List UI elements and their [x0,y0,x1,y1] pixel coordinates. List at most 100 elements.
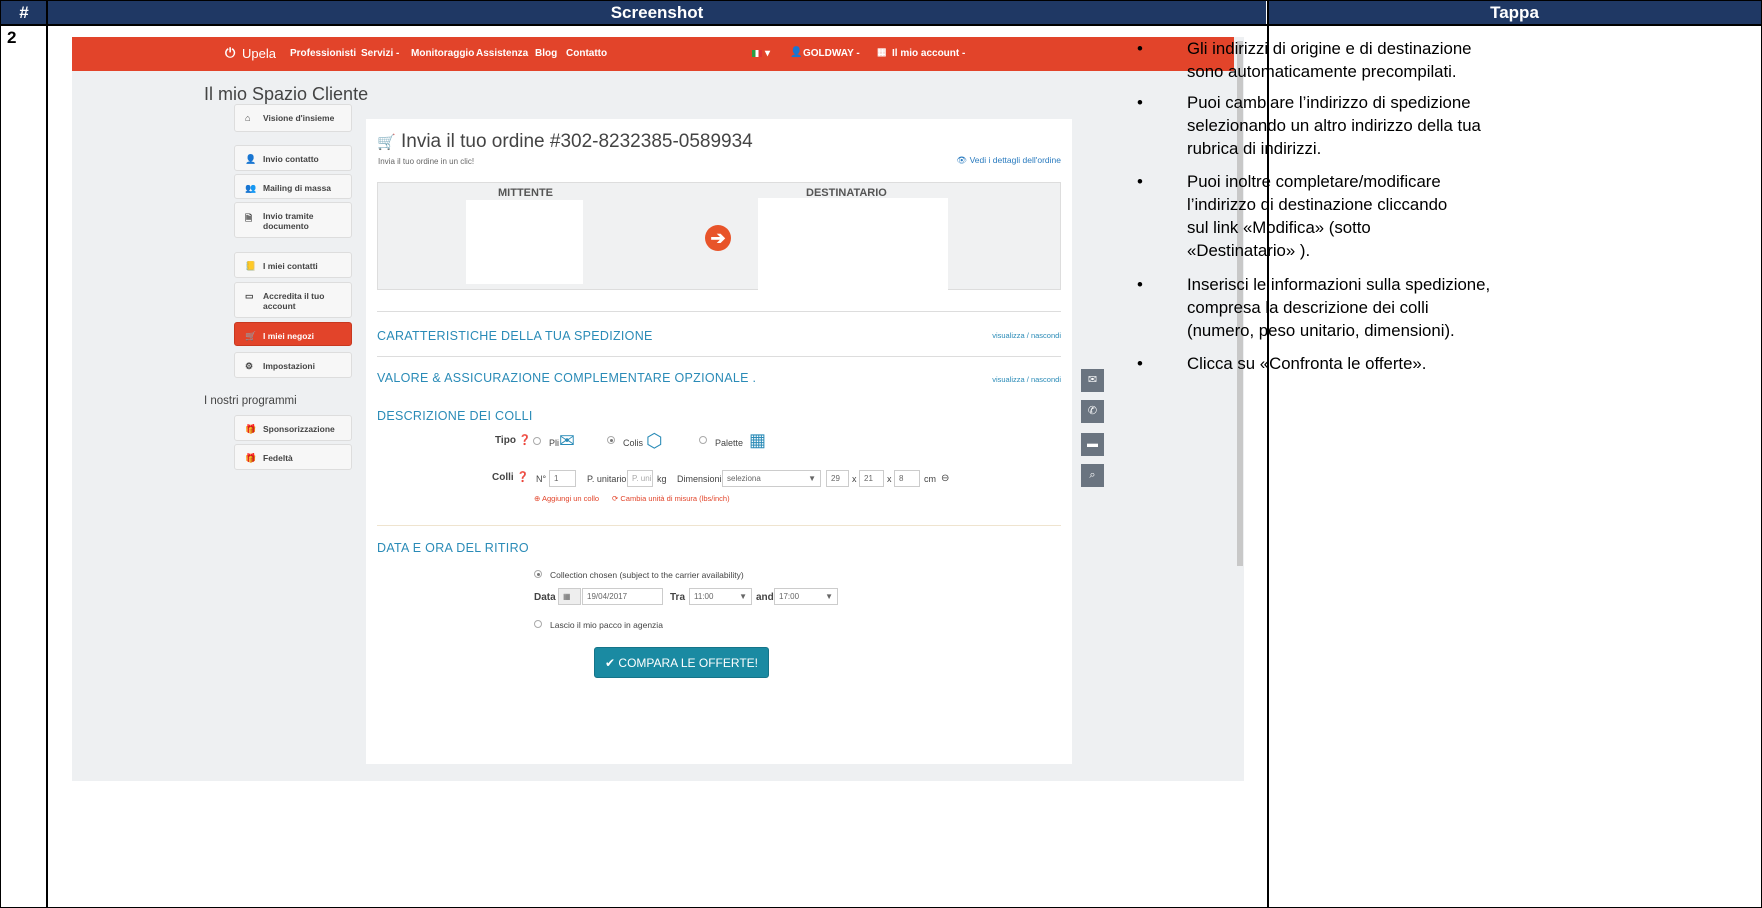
parcel-count-input[interactable]: 1 [549,470,576,487]
date-input[interactable]: 19/04/2017 [582,588,663,605]
nav-blog[interactable]: Blog [535,48,557,59]
sender-label: MITTENTE [498,187,553,199]
width-input[interactable]: 21 [859,470,884,487]
radio-pli[interactable] [533,437,541,445]
programs-title: I nostri programmi [204,395,297,407]
order-title: 🛒 Invia il tuo ordine #302-8232385-05899… [377,131,753,152]
time-to-select[interactable]: 17:00 ▼ [774,588,838,605]
recipient-address [758,198,948,291]
nav-monitoraggio[interactable]: Monitoraggio [411,48,474,59]
length-input[interactable]: 29 [826,470,849,487]
time-from-select[interactable]: 11:00 ▼ [689,588,752,605]
section-characteristics[interactable]: CARATTERISTICHE DELLA TUA SPEDIZIONE [377,329,653,343]
user-icon: 👤 [245,154,257,164]
colli-label: Colli ❓ [492,472,529,483]
dimensions-select[interactable]: seleziona ▼ [722,470,821,487]
instruction-4: • Inserisci le informazioni sulla spedizi… [1137,275,1491,340]
agency-label: Lascio il mio pacco in agenzia [550,620,663,630]
flag-icon[interactable] [752,50,762,57]
sidebar-item-my-stores[interactable]: 🛒 I miei negozi [234,322,352,346]
kg-label: kg [657,474,667,484]
section-insurance[interactable]: VALORE & ASSICURAZIONE COMPLEMENTARE OPZ… [377,371,756,385]
user-icon: 👤 [790,47,803,58]
nav-assistenza[interactable]: Assistenza [476,48,528,59]
toggle-insurance[interactable]: visualizza / nascondi [992,375,1061,384]
header-step: Tappa [1268,1,1761,24]
sidebar-item-send-contact[interactable]: 👤 Invio contatto [234,145,352,171]
nav-servizi[interactable]: Servizi - [361,48,399,59]
radio-agency[interactable] [534,620,542,628]
compare-offers-button[interactable]: ✔ COMPARA LE OFFERTE! [594,647,769,678]
and-label: and [756,592,774,603]
order-details-link[interactable]: 👁 Vedi i dettagli dell'ordine [956,155,1061,166]
sidebar-item-credit-account[interactable]: ▭ Accredita il tuo account [234,282,352,318]
add-parcel-link[interactable]: ⊕ Aggiungi un collo [534,494,599,503]
home-icon: ⌂ [245,113,251,123]
header-rule [1,24,1761,26]
sidebar-item-send-document[interactable]: 🗎 Invio tramite documento [234,202,352,238]
toggle-characteristics[interactable]: visualizza / nascondi [992,331,1061,340]
divider [377,356,1061,357]
envelope-icon[interactable]: ✉ [1081,369,1104,392]
gift-icon: 🎁 [245,424,257,434]
instruction-3: • Puoi inoltre completare/modificare l’ind… [1137,172,1448,260]
dimensions-label: Dimensioni [677,474,722,484]
card-icon: ▭ [245,291,254,301]
between-label: Tra [670,592,686,603]
envelope-icon: ✉ [559,431,575,452]
header-num: # [1,1,47,24]
arrow-right-icon: ➔ [705,225,731,251]
brand-name[interactable]: Upela [242,46,276,61]
sidebar-item-mass-mailing[interactable]: 👥 Mailing di massa [234,174,352,199]
unit-weight-input[interactable]: P. uni [627,470,653,487]
upela-logo-icon[interactable]: ⏻ [225,45,235,61]
sidebar-item-my-contacts[interactable]: 📒 I miei contatti [234,252,352,278]
account-menu[interactable]: Il mio account - [892,48,965,59]
section-pickup: DATA E ORA DEL RITIRO [377,541,529,555]
grid-icon: ▦ [877,47,887,58]
user-menu[interactable]: GOLDWAY - [803,48,860,59]
num-prefix: N° [536,474,547,484]
times-sign: x [887,474,892,484]
box-icon: ⬡ [646,431,663,452]
type-label: Tipo ❓ [495,435,532,446]
remove-parcel-icon[interactable]: ⊖ [941,473,949,484]
screenshot-area: ⏻ Upela Professionisti Servizi - Monitor… [72,37,1244,781]
instruction-2: • Puoi cambiare l’indirizzo di spedizione… [1137,93,1481,158]
gears-icon: ⚙ [245,361,254,371]
chat-icon[interactable]: ▬ [1081,433,1104,456]
order-panel: 🛒 Invia il tuo ordine #302-8232385-05899… [366,119,1072,764]
sidebar-item-overview[interactable]: ⌂ Visione d'insieme [234,104,352,132]
sidebar-item-settings[interactable]: ⚙ Impostazioni [234,352,352,378]
unit-weight-label: P. unitario [587,474,627,484]
sidebar-item-sponsorship[interactable]: 🎁 Sponsorizzazione [234,415,352,441]
nav-contatto[interactable]: Contatto [566,48,607,59]
height-input[interactable]: 8 [894,470,920,487]
question-icon: ❓ [516,472,529,483]
eye-icon: 👁 [956,155,968,165]
sidebar-item-loyalty[interactable]: 🎁 Fedeltà [234,444,352,470]
collection-label: Collection chosen (subject to the carrie… [550,570,744,580]
cm-label: cm [924,474,936,484]
times-sign: x [852,474,857,484]
dropdown-arrow-icon: ▼ [825,592,833,601]
pli-label: Pli [549,438,560,448]
cart-icon: 🛒 [245,331,257,341]
refresh-icon: ⟳ [612,494,619,503]
calendar-icon[interactable]: ▦ [558,588,581,605]
nav-professionisti[interactable]: Professionisti [290,48,356,59]
cart-icon: 🛒 [377,134,396,151]
gift-icon: 🎁 [245,453,257,463]
search-icon[interactable]: ⌕ [1081,464,1104,487]
language-dropdown[interactable]: ▾ [765,48,770,59]
page-title: Il mio Spazio Cliente [204,84,369,104]
radio-collection[interactable] [534,570,542,578]
date-label: Data [534,592,556,603]
phone-icon[interactable]: ✆ [1081,400,1104,423]
change-unit-link[interactable]: ⟳ Cambia unità di misura (lbs/inch) [612,494,730,503]
radio-palette[interactable] [699,436,707,444]
address-box: MITTENTE DESTINATARIO ➔ [377,182,1061,291]
radio-colis[interactable] [607,436,615,444]
instruction-5: • Clicca su «Confronta le offerte». [1137,354,1427,373]
order-subtitle: Invia il tuo ordine in un clic! [378,157,475,166]
